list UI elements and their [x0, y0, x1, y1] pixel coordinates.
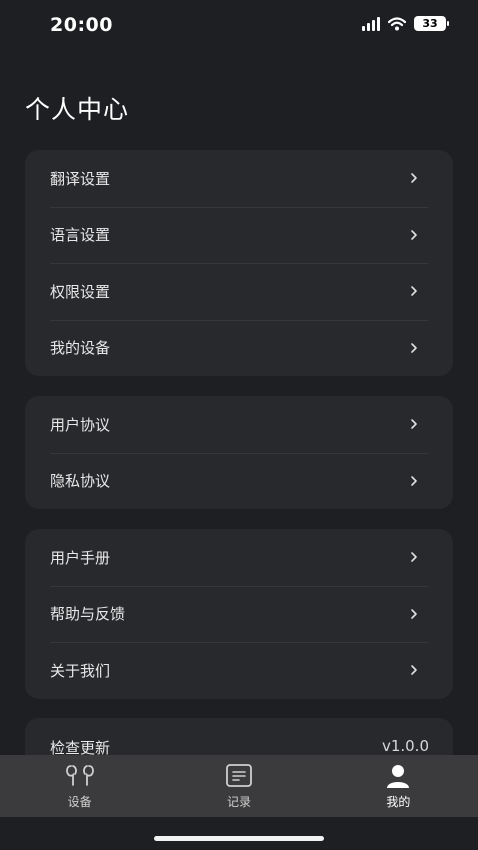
tab-devices[interactable]: 设备 [0, 755, 159, 817]
chevron-right-icon [407, 417, 421, 431]
chevron-right-icon [407, 474, 421, 488]
chevron-right-icon [407, 284, 421, 298]
menu-item-label: 我的设备 [50, 339, 111, 358]
status-bar: 20:00 33 [0, 0, 478, 52]
chevron-right-icon [407, 550, 421, 564]
version-value: v1.0.0 [381, 737, 429, 756]
menu-item-language-settings[interactable]: 语言设置 [25, 206, 453, 264]
chevron-right-icon [407, 228, 421, 242]
chevron-right-icon [407, 607, 421, 621]
menu-item-my-devices[interactable]: 我的设备 [25, 319, 453, 377]
battery-icon: 33 [414, 16, 449, 31]
page-title: 个人中心 [25, 95, 130, 124]
menu-item-user-agreement[interactable]: 用户协议 [25, 396, 453, 453]
menu-item-label: 语言设置 [50, 226, 111, 245]
cellular-signal-icon [362, 16, 380, 31]
menu-item-label: 翻译设置 [50, 169, 111, 188]
person-icon [387, 765, 410, 788]
tab-label: 我的 [386, 795, 411, 809]
chevron-right-icon [407, 171, 421, 185]
bottom-safe-area [0, 817, 478, 850]
status-time: 20:00 [50, 14, 113, 36]
chevron-right-icon [407, 341, 421, 355]
menu-item-label: 帮助与反馈 [50, 605, 126, 624]
settings-group-2: 用户协议 隐私协议 [25, 396, 453, 509]
menu-item-label: 隐私协议 [50, 472, 111, 491]
menu-item-label: 关于我们 [50, 661, 111, 680]
tab-mine[interactable]: 我的 [319, 755, 478, 817]
menu-item-user-manual[interactable]: 用户手册 [25, 529, 453, 586]
menu-item-label: 用户手册 [50, 548, 111, 567]
menu-item-privacy-agreement[interactable]: 隐私协议 [25, 452, 453, 510]
menu-item-about-us[interactable]: 关于我们 [25, 642, 453, 699]
menu-item-label: 权限设置 [50, 282, 111, 301]
earbuds-icon [65, 765, 94, 786]
chevron-right-icon [407, 663, 421, 677]
tab-records[interactable]: 记录 [159, 755, 318, 817]
settings-group-1: 翻译设置 语言设置 权限设置 我的设备 [25, 150, 453, 376]
record-icon [226, 764, 252, 787]
menu-item-label: 用户协议 [50, 415, 111, 434]
tab-bar: 设备 记录 我的 [0, 755, 478, 817]
menu-item-permission-settings[interactable]: 权限设置 [25, 263, 453, 320]
tab-label: 记录 [226, 795, 251, 809]
wifi-icon [388, 16, 406, 30]
tab-label: 设备 [67, 795, 92, 809]
home-indicator[interactable] [154, 836, 324, 841]
settings-group-3: 用户手册 帮助与反馈 关于我们 [25, 529, 453, 699]
menu-item-help-feedback[interactable]: 帮助与反馈 [25, 585, 453, 643]
status-icons: 33 [362, 16, 449, 31]
menu-item-translation-settings[interactable]: 翻译设置 [25, 150, 453, 207]
